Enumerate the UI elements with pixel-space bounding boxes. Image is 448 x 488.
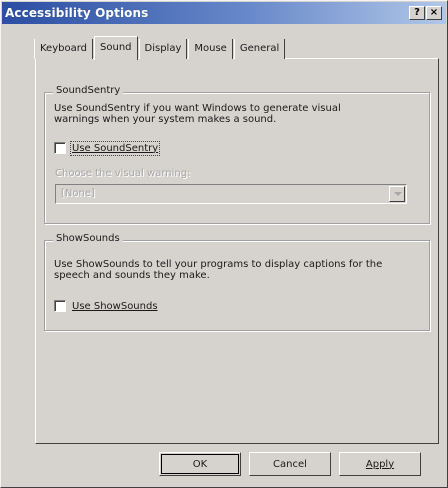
tab-mouse[interactable]: Mouse <box>188 39 233 59</box>
showsounds-group-title: ShowSounds <box>53 233 123 244</box>
ok-button[interactable]: OK <box>159 452 241 476</box>
cancel-button[interactable]: Cancel <box>249 452 331 476</box>
showsounds-group: ShowSounds Use ShowSounds to tell your p… <box>44 233 430 331</box>
close-button[interactable]: × <box>426 6 442 20</box>
tab-strip: Keyboard Sound Display Mouse General <box>34 36 286 60</box>
help-button[interactable]: ? <box>409 6 425 20</box>
soundsentry-group: SoundSentry Use SoundSentry if you want … <box>44 85 430 224</box>
visual-warning-dropdown: [None] <box>55 184 407 204</box>
use-showsounds-row[interactable]: Use ShowSounds <box>54 300 158 312</box>
accessibility-options-dialog: Accessibility Options ? × Keyboard Sound… <box>0 0 448 488</box>
window-title: Accessibility Options <box>5 6 149 20</box>
title-controls: ? × <box>409 6 442 20</box>
tab-general[interactable]: General <box>233 39 286 59</box>
visual-warning-value: [None] <box>61 188 95 199</box>
visual-warning-label: Choose the visual warning: <box>55 168 191 179</box>
sound-tab-panel: SoundSentry Use SoundSentry if you want … <box>35 58 439 444</box>
use-soundsentry-row[interactable]: Use SoundSentry <box>54 140 161 156</box>
showsounds-description: Use ShowSounds to tell your programs to … <box>54 259 383 281</box>
dropdown-arrow-icon <box>389 186 405 202</box>
tab-keyboard[interactable]: Keyboard <box>34 39 94 59</box>
apply-button[interactable]: Apply <box>339 452 421 476</box>
tab-sound[interactable]: Sound <box>94 36 138 60</box>
use-showsounds-checkbox[interactable] <box>54 300 66 312</box>
use-soundsentry-label[interactable]: Use SoundSentry <box>69 140 161 156</box>
use-soundsentry-checkbox[interactable] <box>54 142 66 154</box>
title-bar: Accessibility Options ? × <box>2 2 446 24</box>
tab-display[interactable]: Display <box>138 39 188 59</box>
dialog-buttons: OK Cancel Apply <box>159 452 421 476</box>
soundsentry-group-title: SoundSentry <box>53 85 124 96</box>
soundsentry-description: Use SoundSentry if you want Windows to g… <box>54 103 341 125</box>
use-showsounds-label[interactable]: Use ShowSounds <box>72 301 158 312</box>
